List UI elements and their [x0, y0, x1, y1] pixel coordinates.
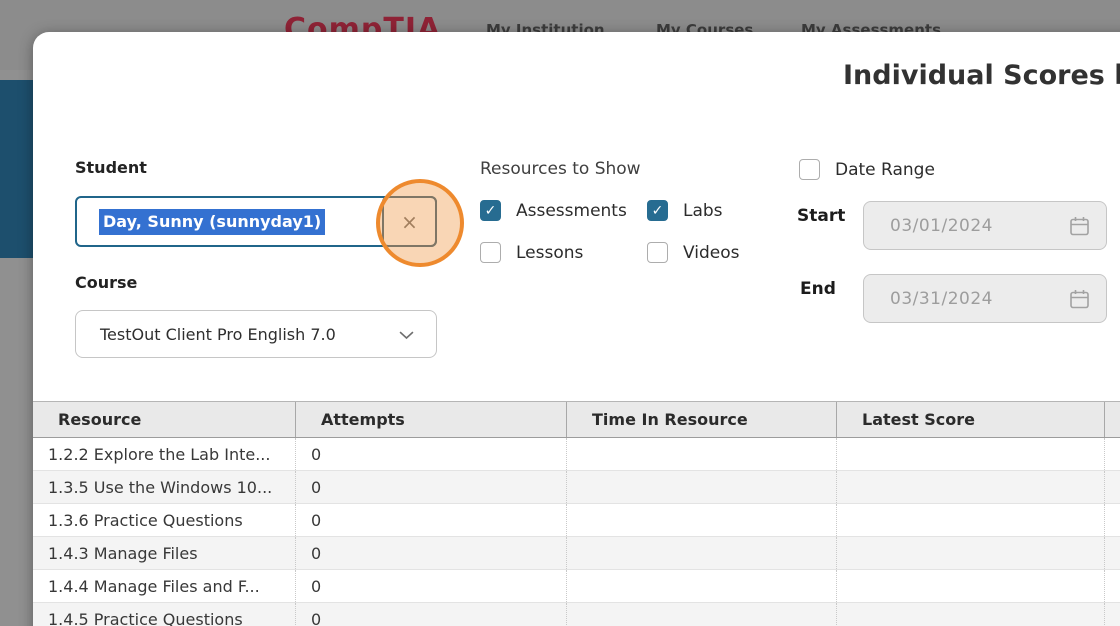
attempts-cell: 0 — [296, 471, 567, 503]
calendar-icon — [1068, 288, 1091, 311]
course-selected-value: TestOut Client Pro English 7.0 — [100, 325, 336, 344]
column-header-resource: Resource — [33, 402, 296, 437]
latest-score-cell — [837, 504, 1105, 536]
time-in-resource-cell — [567, 504, 837, 536]
checkbox-label: Videos — [683, 243, 740, 263]
checkbox-lessons[interactable]: ✓ Lessons — [480, 242, 583, 263]
clipped-cell — [1105, 537, 1120, 569]
course-label: Course — [75, 273, 137, 292]
end-label: End — [800, 279, 836, 299]
latest-score-cell — [837, 603, 1105, 626]
individual-scores-dialog: Individual Scores by Student Day, Sunny … — [33, 32, 1120, 626]
latest-score-cell — [837, 438, 1105, 470]
table-header-row: Resource Attempts Time In Resource Lates… — [33, 401, 1120, 438]
clipped-cell — [1105, 504, 1120, 536]
resource-cell: 1.3.5 Use the Windows 10... — [33, 471, 296, 503]
resources-to-show-label: Resources to Show — [480, 159, 641, 179]
table-row: 1.4.4 Manage Files and F...0 — [33, 570, 1120, 603]
column-header-clipped — [1105, 402, 1120, 437]
clipped-cell — [1105, 438, 1120, 470]
time-in-resource-cell — [567, 471, 837, 503]
attempts-cell: 0 — [296, 603, 567, 626]
checkbox-assessments[interactable]: ✓ Assessments — [480, 200, 627, 221]
checkbox-icon: ✓ — [480, 242, 501, 263]
attempts-cell: 0 — [296, 570, 567, 602]
table-row: 1.2.2 Explore the Lab Inte...0 — [33, 438, 1120, 471]
time-in-resource-cell — [567, 537, 837, 569]
resource-cell: 1.4.3 Manage Files — [33, 537, 296, 569]
time-in-resource-cell — [567, 603, 837, 626]
clipped-cell — [1105, 570, 1120, 602]
latest-score-cell — [837, 471, 1105, 503]
table-row: 1.4.5 Practice Questions0 — [33, 603, 1120, 626]
end-date-input[interactable]: 03/31/2024 — [863, 274, 1107, 323]
checkbox-videos[interactable]: ✓ Videos — [647, 242, 740, 263]
column-header-time-in-resource: Time In Resource — [567, 402, 837, 437]
checkbox-icon: ✓ — [647, 242, 668, 263]
time-in-resource-cell — [567, 570, 837, 602]
resource-cell: 1.2.2 Explore the Lab Inte... — [33, 438, 296, 470]
attempts-cell: 0 — [296, 504, 567, 536]
start-date-input[interactable]: 03/01/2024 — [863, 201, 1107, 250]
start-date-value: 03/01/2024 — [890, 216, 993, 236]
student-selected-text: Day, Sunny (sunnyday1) — [99, 209, 325, 235]
page-title: Individual Scores by — [843, 60, 1120, 91]
column-header-latest-score: Latest Score — [837, 402, 1105, 437]
student-label: Student — [75, 158, 147, 177]
table-body: 1.2.2 Explore the Lab Inte...01.3.5 Use … — [33, 438, 1120, 626]
clipped-cell — [1105, 603, 1120, 626]
checkbox-icon: ✓ — [799, 159, 820, 180]
attempts-cell: 0 — [296, 537, 567, 569]
time-in-resource-cell — [567, 438, 837, 470]
resource-cell: 1.4.4 Manage Files and F... — [33, 570, 296, 602]
checkbox-labs[interactable]: ✓ Labs — [647, 200, 723, 221]
latest-score-cell — [837, 537, 1105, 569]
latest-score-cell — [837, 570, 1105, 602]
end-date-value: 03/31/2024 — [890, 289, 993, 309]
clipped-cell — [1105, 471, 1120, 503]
column-header-attempts: Attempts — [296, 402, 567, 437]
checkbox-label: Lessons — [516, 243, 583, 263]
checkbox-icon: ✓ — [647, 200, 668, 221]
resource-cell: 1.4.5 Practice Questions — [33, 603, 296, 626]
checkbox-label: Labs — [683, 201, 723, 221]
attempts-cell: 0 — [296, 438, 567, 470]
date-range-label: Date Range — [835, 160, 935, 180]
resource-cell: 1.3.6 Practice Questions — [33, 504, 296, 536]
chevron-down-icon — [399, 331, 414, 340]
table-row: 1.3.5 Use the Windows 10...0 — [33, 471, 1120, 504]
start-label: Start — [797, 206, 845, 226]
table-row: 1.4.3 Manage Files0 — [33, 537, 1120, 570]
checkbox-date-range[interactable]: ✓ Date Range — [799, 159, 935, 180]
scores-table: Resource Attempts Time In Resource Lates… — [33, 401, 1120, 626]
checkbox-label: Assessments — [516, 201, 627, 221]
table-row: 1.3.6 Practice Questions0 — [33, 504, 1120, 537]
annotation-highlight-circle — [376, 179, 464, 267]
checkbox-icon: ✓ — [480, 200, 501, 221]
course-select[interactable]: TestOut Client Pro English 7.0 — [75, 310, 437, 358]
calendar-icon — [1068, 215, 1091, 238]
